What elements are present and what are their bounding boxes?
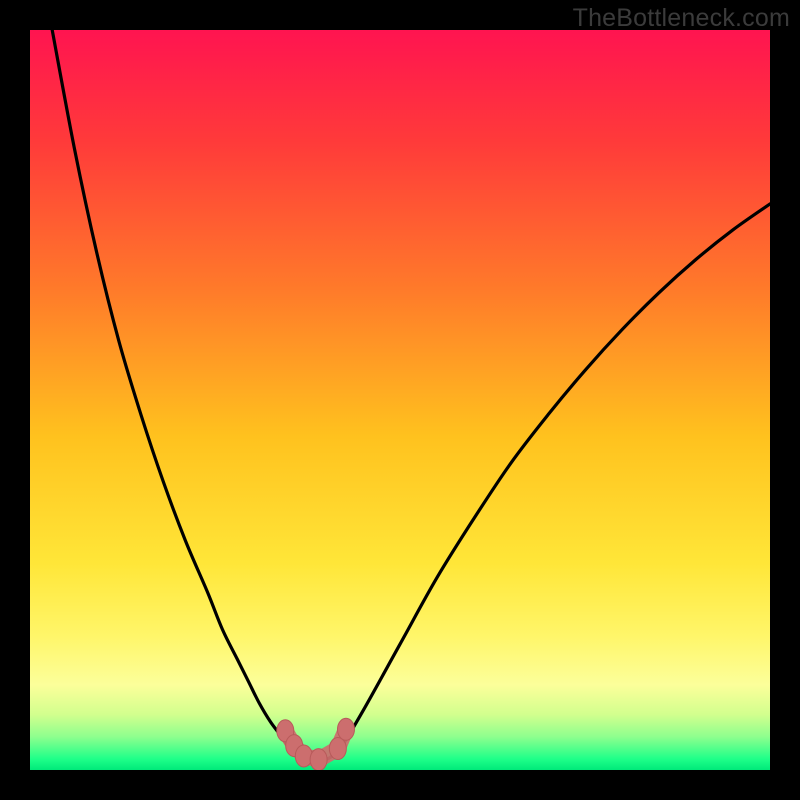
valley-marker-4: [329, 738, 346, 760]
bottleneck-curve-chart: [30, 30, 770, 770]
gradient-background: [30, 30, 770, 770]
chart-container: TheBottleneck.com: [0, 0, 800, 800]
valley-marker-3: [310, 749, 327, 770]
watermark-text: TheBottleneck.com: [573, 4, 790, 33]
valley-marker-2: [295, 745, 312, 767]
plot-area: [30, 30, 770, 770]
valley-marker-5: [337, 718, 354, 740]
